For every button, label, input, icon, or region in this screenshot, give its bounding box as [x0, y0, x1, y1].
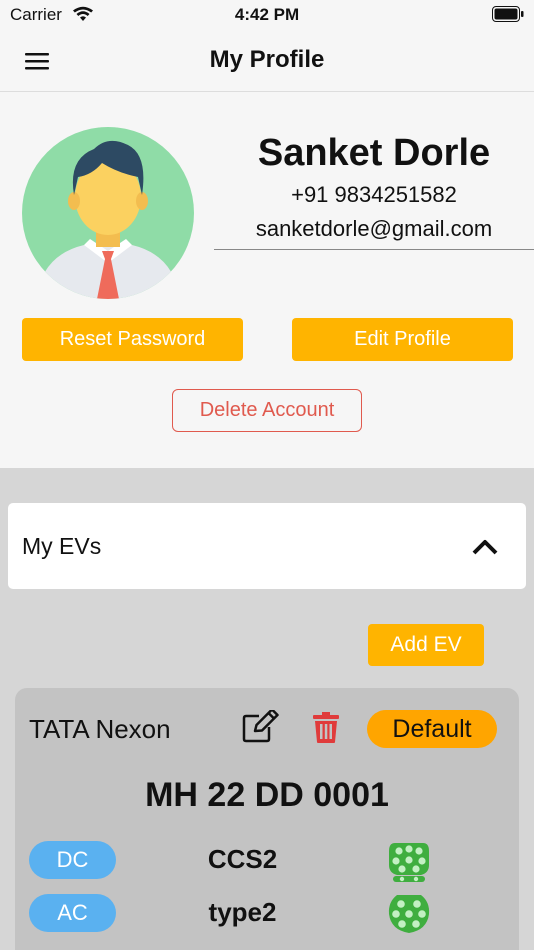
- delete-account-button[interactable]: Delete Account: [172, 389, 362, 432]
- battery-icon: [492, 6, 524, 22]
- my-evs-accordion-header[interactable]: My EVs: [8, 503, 526, 589]
- clock: 4:42 PM: [234, 5, 300, 24]
- trash-icon[interactable]: [312, 711, 340, 744]
- navbar: My Profile: [0, 30, 534, 92]
- type2-connector-icon: [388, 895, 430, 933]
- default-badge[interactable]: Default: [367, 710, 497, 748]
- page-title: My Profile: [209, 46, 325, 73]
- avatar: [22, 127, 194, 299]
- ac-badge: AC: [29, 894, 116, 932]
- edit-profile-button[interactable]: Edit Profile: [292, 318, 513, 361]
- chevron-up-icon[interactable]: [472, 539, 498, 555]
- divider: [214, 249, 534, 250]
- status-bar: Carrier 4:42 PM: [0, 0, 534, 30]
- add-ev-button[interactable]: Add EV: [368, 624, 484, 666]
- edit-icon[interactable]: [241, 710, 279, 744]
- profile-name: Sanket Dorle: [257, 132, 491, 174]
- profile-email: sanketdorle@gmail.com: [255, 216, 493, 241]
- reset-password-button[interactable]: Reset Password: [22, 318, 243, 361]
- profile-phone: +91 9834251582: [291, 182, 457, 207]
- ev-model: TATA Nexon: [29, 714, 171, 744]
- my-evs-title: My EVs: [22, 533, 102, 559]
- dc-connector-label: CCS2: [207, 844, 278, 874]
- registration-number: MH 22 DD 0001: [145, 776, 389, 814]
- ccs2-connector-icon: [389, 843, 429, 882]
- ev-card: TATA Nexon Default MH 22 DD 0001 DC CCS2…: [15, 688, 519, 950]
- profile-section: Sanket Dorle +91 9834251582 sanketdorle@…: [0, 92, 534, 468]
- dc-badge: DC: [29, 841, 116, 879]
- ac-connector-label: type2: [208, 897, 277, 927]
